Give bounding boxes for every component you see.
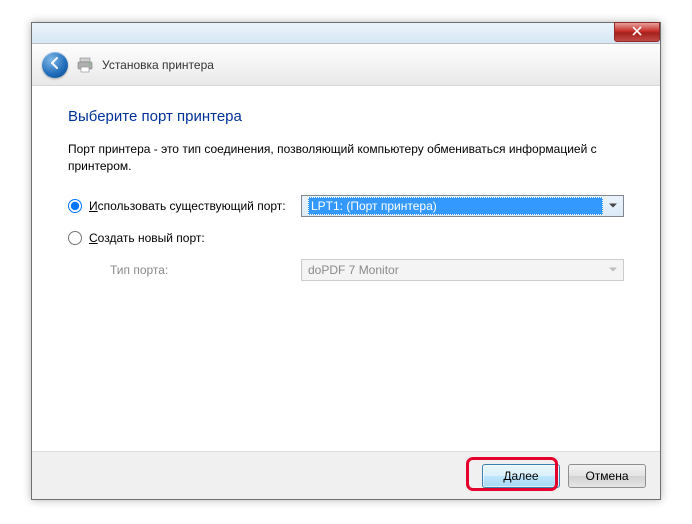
chevron-down-icon bbox=[606, 267, 620, 272]
content-description: Порт принтера - это тип соединения, позв… bbox=[68, 141, 624, 175]
dialog-content: Выберите порт принтера Порт принтера - э… bbox=[32, 86, 660, 305]
add-printer-dialog: Установка принтера Выберите порт принтер… bbox=[31, 22, 661, 500]
arrow-left-icon bbox=[48, 56, 62, 73]
next-button[interactable]: Далее bbox=[482, 464, 560, 488]
port-type-label: Тип порта: bbox=[110, 263, 301, 277]
chevron-down-icon bbox=[606, 203, 620, 208]
port-type-value: doPDF 7 Monitor bbox=[308, 263, 603, 277]
option-create-new-port: Создать новый порт: bbox=[68, 231, 624, 245]
port-type-row: Тип порта: doPDF 7 Monitor bbox=[68, 259, 624, 281]
cancel-button[interactable]: Отмена bbox=[568, 464, 646, 488]
back-button[interactable] bbox=[42, 52, 68, 78]
close-button[interactable] bbox=[614, 22, 660, 42]
dialog-footer: Далее Отмена bbox=[32, 451, 660, 499]
content-heading: Выберите порт принтера bbox=[68, 108, 624, 125]
existing-port-value: LPT1: (Порт принтера) bbox=[308, 197, 603, 215]
port-type-select: doPDF 7 Monitor bbox=[301, 259, 624, 281]
close-icon bbox=[632, 25, 642, 39]
printer-icon bbox=[76, 56, 94, 74]
radio-new-port[interactable] bbox=[68, 231, 82, 245]
option-use-existing-port: Использовать существующий порт: LPT1: (П… bbox=[68, 195, 624, 217]
dialog-title: Установка принтера bbox=[102, 58, 214, 72]
existing-port-select[interactable]: LPT1: (Порт принтера) bbox=[301, 195, 624, 217]
option-new-label[interactable]: Создать новый порт: bbox=[89, 231, 301, 245]
option-existing-label[interactable]: Использовать существующий порт: bbox=[89, 199, 301, 213]
radio-existing-port[interactable] bbox=[68, 199, 82, 213]
dialog-header: Установка принтера bbox=[32, 44, 660, 86]
titlebar bbox=[32, 23, 660, 44]
